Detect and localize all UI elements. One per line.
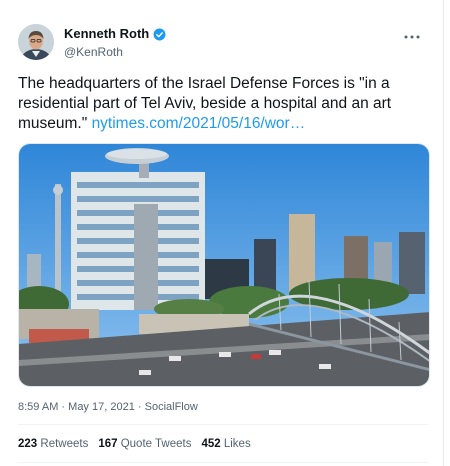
- name-row: Kenneth Roth: [64, 26, 166, 42]
- retweets-label: Retweets: [40, 438, 89, 450]
- tweet-stats: 223 Retweets 167 Quote Tweets 452 Likes: [18, 438, 251, 450]
- more-dots: [404, 35, 420, 39]
- likes-label: Likes: [223, 438, 251, 450]
- photo-tel-aviv-skyline: [19, 144, 429, 386]
- tweet-time[interactable]: 8:59 AM: [18, 401, 58, 413]
- tweet-meta: 8:59 AM · May 17, 2021 · SocialFlow: [18, 401, 198, 413]
- avatar-portrait: [18, 24, 54, 60]
- tweet-date[interactable]: May 17, 2021: [68, 401, 135, 413]
- tweet-text: The headquarters of the Israel Defense F…: [18, 74, 428, 134]
- likes-count: 452: [201, 438, 221, 450]
- retweets-count: 223: [18, 438, 38, 450]
- verified-badge-icon: [153, 28, 166, 40]
- more-horizontal-icon[interactable]: [404, 28, 420, 42]
- meta-separator: ·: [61, 401, 66, 413]
- author-name[interactable]: Kenneth Roth: [64, 26, 149, 42]
- tweet-source[interactable]: SocialFlow: [145, 401, 198, 413]
- tweet-card: Kenneth Roth @KenRoth The headquarters o…: [0, 0, 444, 466]
- likes-stat[interactable]: 452 Likes: [201, 438, 250, 450]
- meta-separator: ·: [137, 401, 142, 413]
- tweet-photo[interactable]: [18, 143, 430, 387]
- quote-tweets-stat[interactable]: 167 Quote Tweets: [98, 438, 191, 450]
- quotes-count: 167: [98, 438, 118, 450]
- author-handle[interactable]: @KenRoth: [64, 44, 166, 60]
- quotes-label: Quote Tweets: [120, 438, 192, 450]
- author-block: Kenneth Roth @KenRoth: [64, 26, 166, 60]
- divider: [18, 424, 428, 425]
- retweets-stat[interactable]: 223 Retweets: [18, 438, 88, 450]
- avatar[interactable]: [18, 24, 54, 60]
- tweet-link[interactable]: nytimes.com/2021/05/16/wor…: [92, 115, 306, 132]
- divider: [18, 462, 428, 463]
